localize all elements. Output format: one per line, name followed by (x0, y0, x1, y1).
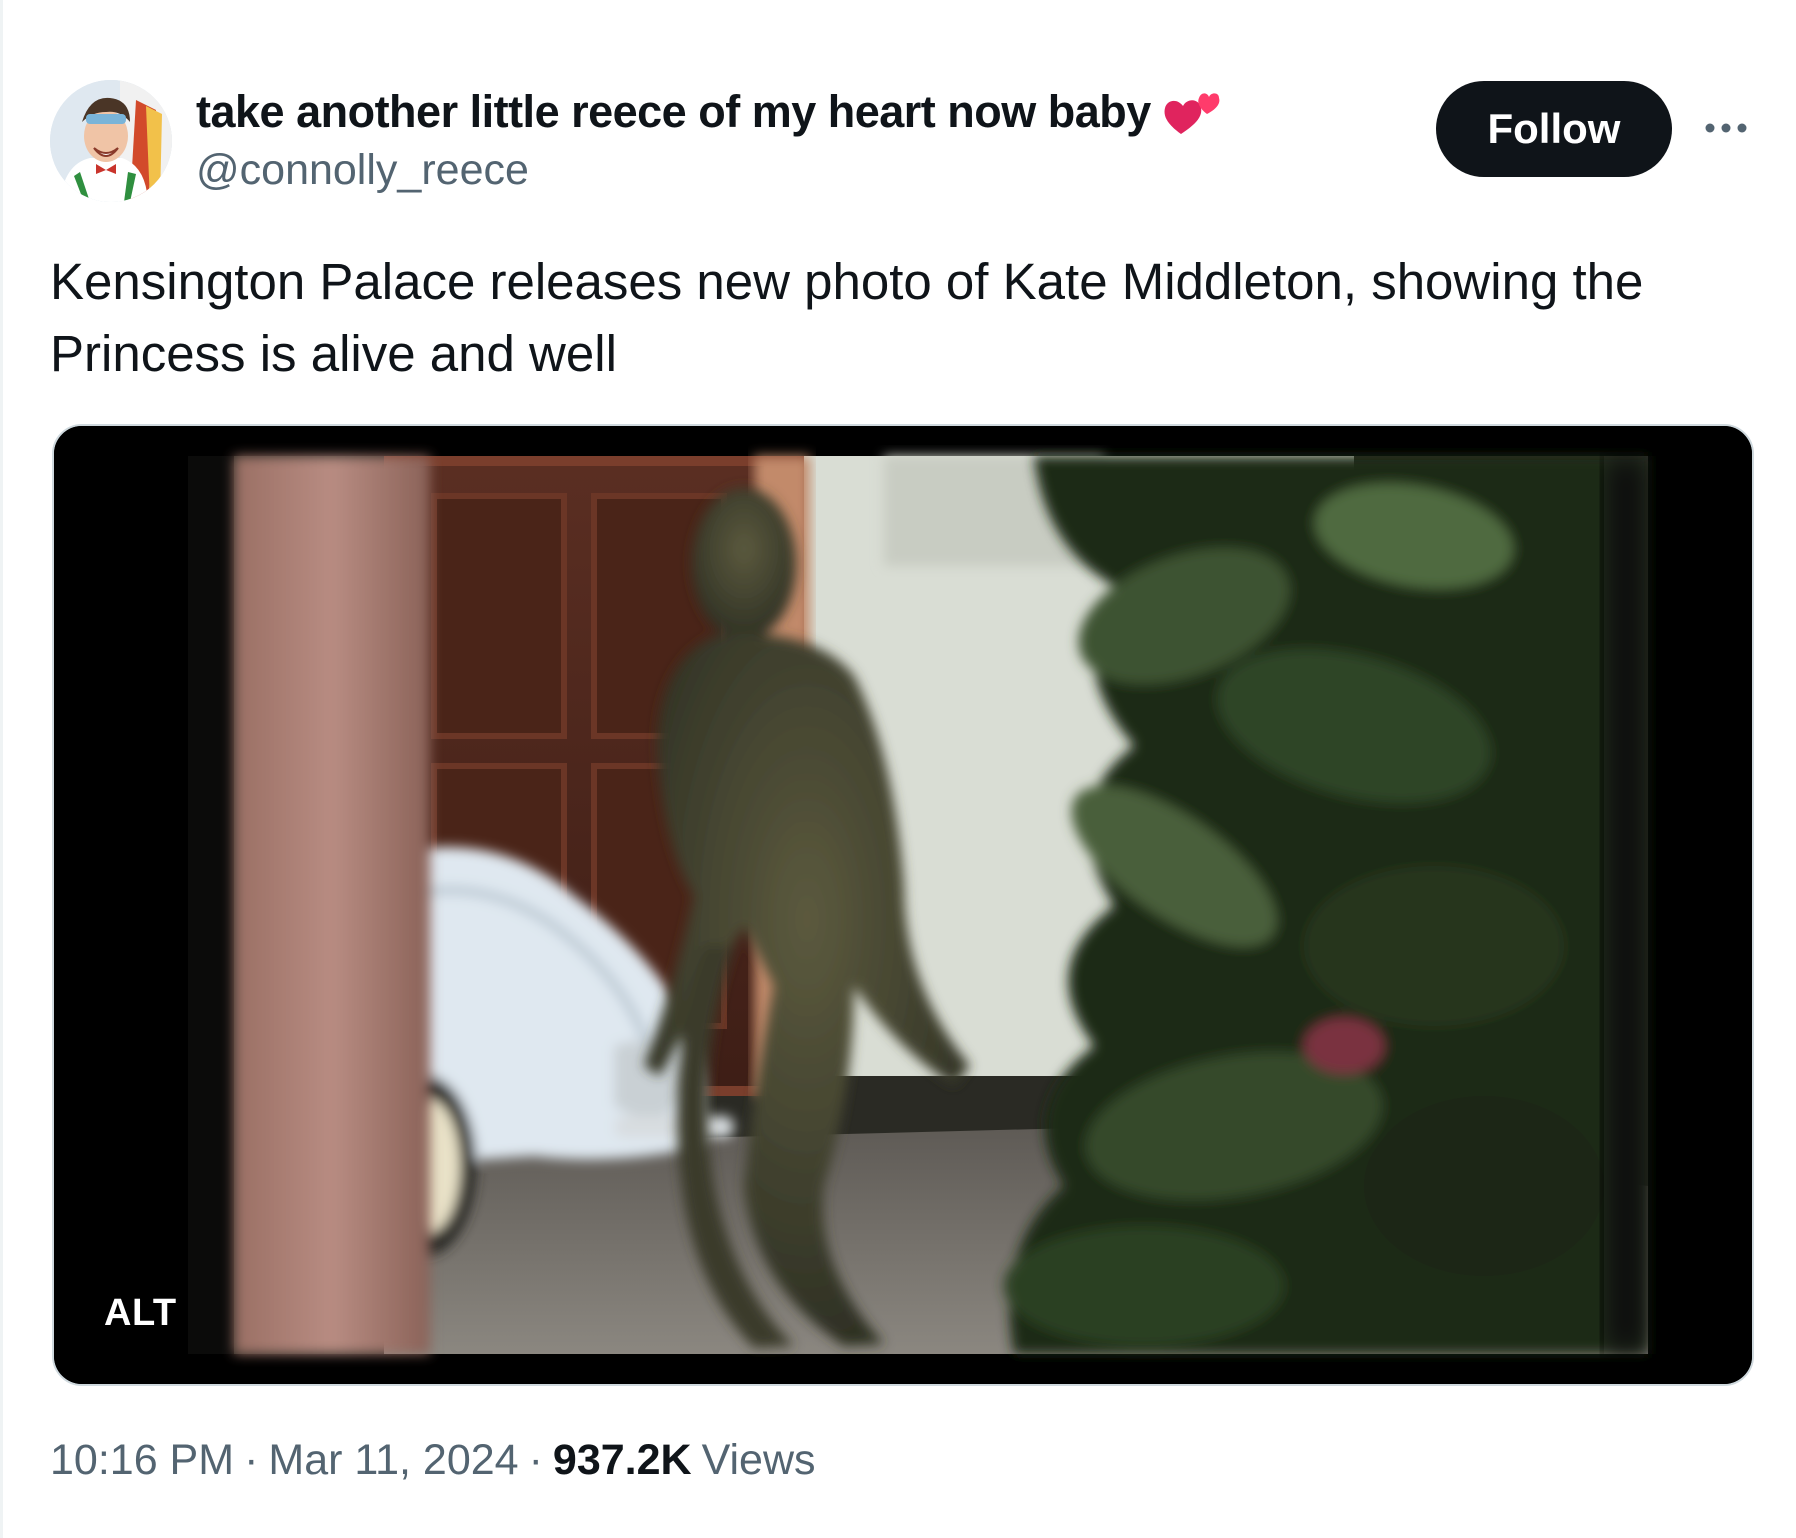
more-options-button[interactable] (1698, 100, 1754, 156)
meta-separator: · (244, 1436, 259, 1484)
avatar-image (50, 80, 172, 202)
author-display-name-text: take another little reece of my heart no… (196, 86, 1151, 137)
tweet-time[interactable]: 10:16 PM (50, 1436, 234, 1484)
tweet-media[interactable]: ALT (52, 424, 1754, 1386)
tweet-text: Kensington Palace releases new photo of … (50, 253, 1644, 382)
tweet-meta: 10:16 PM · Mar 11, 2024 · 937.2K Views (50, 1436, 816, 1485)
views-count[interactable]: 937.2K (553, 1436, 692, 1484)
two-hearts-icon (1161, 84, 1223, 140)
author-display-name[interactable]: take another little reece of my heart no… (196, 84, 1223, 140)
meta-separator: · (528, 1436, 543, 1484)
timeline-border (0, 0, 3, 1538)
tweet-date[interactable]: Mar 11, 2024 (268, 1436, 518, 1484)
media-image (54, 426, 1752, 1384)
follow-button[interactable]: Follow (1436, 81, 1672, 177)
views-label: Views (701, 1436, 816, 1484)
more-horizontal-icon (1705, 123, 1747, 133)
alt-badge[interactable]: ALT (94, 1288, 187, 1339)
avatar[interactable] (50, 80, 172, 202)
author-handle[interactable]: @connolly_reece (196, 146, 529, 195)
